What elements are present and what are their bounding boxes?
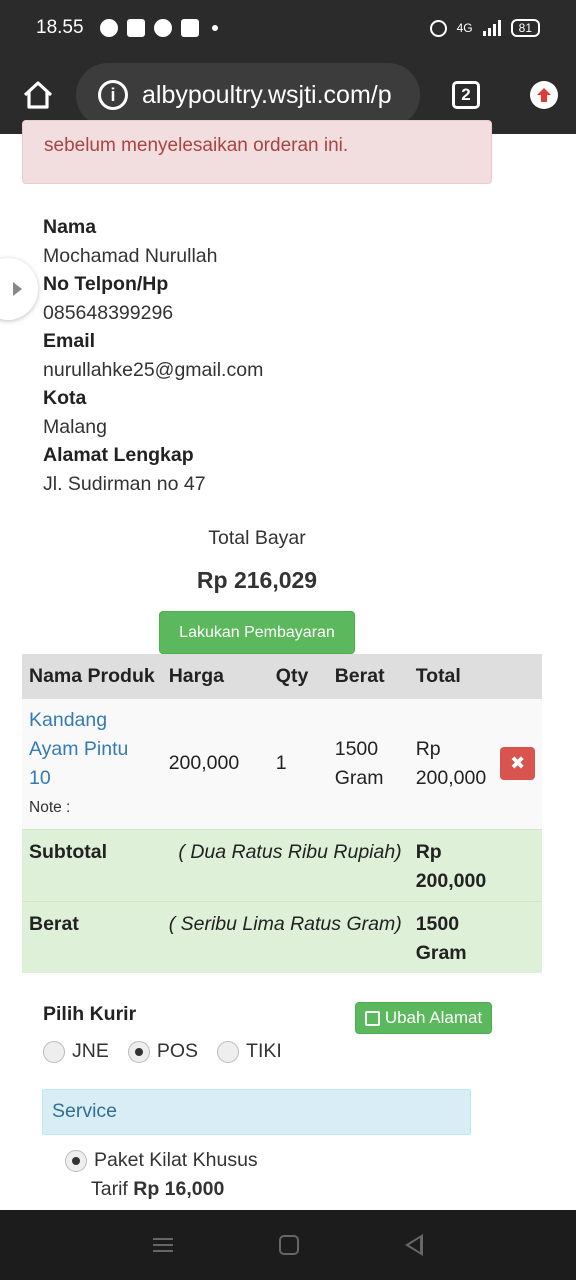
recent-apps-button[interactable] — [153, 1234, 173, 1256]
city-label: Kota — [43, 387, 87, 409]
service-option-name: Paket Kilat Khusus — [94, 1149, 258, 1171]
courier-options: JNE POS TIKI — [43, 1040, 301, 1063]
col-action-header — [493, 654, 543, 699]
subtotal-value: Rp 200,000 — [408, 828, 543, 901]
pay-button[interactable]: Lakukan Pembayaran — [159, 611, 355, 654]
side-drawer-handle[interactable] — [0, 258, 38, 320]
edit-icon — [364, 1010, 380, 1026]
weight-value: 1500 Gram — [408, 900, 543, 973]
address-value: Jl. Sudirman no 47 — [43, 472, 206, 495]
radio-tiki[interactable] — [217, 1040, 240, 1063]
service-tarif: Tarif Rp 16,000 — [91, 1178, 225, 1200]
subtotal-words: ( Dua Ratus Ribu Rupiah) — [161, 828, 409, 901]
update-button[interactable] — [530, 81, 558, 109]
arrow-up-icon — [537, 88, 551, 102]
chevron-right-icon — [13, 282, 22, 296]
col-qty-header: Qty — [268, 654, 328, 699]
change-address-label: Ubah Alamat — [384, 1008, 483, 1027]
product-cell: Kandang Ayam Pintu 10 Note : — [22, 699, 162, 829]
table-row: Kandang Ayam Pintu 10 Note : 200,000 1 1… — [22, 699, 543, 829]
col-price-header: Harga — [161, 654, 269, 699]
system-nav-bar — [0, 1210, 576, 1280]
alert-text: sebelum menyelesaikan orderan ini. — [44, 135, 349, 156]
courier-option-pos[interactable]: POS — [127, 1040, 198, 1063]
tab-switcher-button[interactable]: 2 — [452, 81, 480, 109]
android-icon — [180, 19, 199, 37]
alarm-icon — [429, 19, 447, 37]
u-app-icon — [153, 19, 172, 37]
weight-words: ( Seribu Lima Ratus Gram) — [161, 900, 409, 973]
system-back-button[interactable] — [405, 1234, 423, 1256]
total-cell: Rp 200,000 — [408, 699, 494, 829]
name-value: Mochamad Nurullah — [43, 244, 218, 267]
system-home-button[interactable] — [279, 1235, 299, 1255]
product-link[interactable]: Kandang Ayam Pintu 10 — [29, 706, 155, 793]
address-label: Alamat Lengkap — [43, 444, 194, 466]
courier-label: Pilih Kurir — [43, 1003, 137, 1025]
qty-cell: 1 — [268, 699, 328, 829]
product-note: Note : — [29, 798, 71, 816]
phone-label: No Telpon/Hp — [43, 273, 169, 295]
signal-icon — [482, 20, 501, 36]
courier-option-tiki[interactable]: TIKI — [217, 1040, 282, 1063]
col-product-header: Nama Produk — [22, 654, 162, 699]
address-bar[interactable]: i albypoultry.wsjti.com/p — [76, 63, 420, 127]
status-bar: 18.55 4G 81 — [0, 0, 576, 56]
info-icon[interactable]: i — [98, 80, 128, 110]
status-time: 18.55 — [36, 17, 84, 38]
phone-value: 085648399296 — [43, 301, 174, 324]
subtotal-row: Subtotal ( Dua Ratus Ribu Rupiah) Rp 200… — [22, 828, 543, 901]
email-label: Email — [43, 330, 96, 352]
service-option[interactable]: Paket Kilat Khusus Tarif Rp 16,000 — [65, 1146, 258, 1204]
change-address-button[interactable]: Ubah Alamat — [355, 1002, 492, 1034]
city-value: Malang — [43, 415, 107, 438]
cart-table: Nama Produk Harga Qty Berat Total Kandan… — [22, 654, 543, 973]
price-cell: 200,000 — [161, 699, 269, 829]
service-panel-header: Service — [42, 1089, 471, 1135]
radio-pos[interactable] — [127, 1040, 150, 1063]
youtube-icon — [126, 19, 145, 37]
delete-item-button[interactable]: ✖ — [500, 747, 536, 781]
radio-jne[interactable] — [43, 1040, 65, 1063]
notification-dot-icon — [211, 25, 218, 31]
total-label: Total Bayar — [208, 527, 306, 549]
col-total-header: Total — [408, 654, 494, 699]
total-value: Rp 216,029 — [196, 567, 318, 593]
home-icon — [23, 81, 53, 109]
col-weight-header: Berat — [327, 654, 409, 699]
weight-cell: 1500 Gram — [327, 699, 409, 829]
email-value: nurullahke25@gmail.com — [43, 358, 264, 381]
weight-row: Berat ( Seribu Lima Ratus Gram) 1500 Gra… — [22, 900, 543, 973]
weight-label: Berat — [22, 900, 162, 973]
warning-alert: sebelum menyelesaikan orderan ini. — [22, 120, 492, 184]
courier-option-jne[interactable]: JNE — [43, 1040, 109, 1063]
whatsapp-icon — [99, 19, 118, 37]
subtotal-label: Subtotal — [22, 828, 162, 901]
customer-info: Nama Mochamad Nurullah No Telpon/Hp 0856… — [43, 213, 263, 498]
radio-paket-kilat[interactable] — [65, 1149, 87, 1172]
name-label: Nama — [43, 216, 97, 238]
url-text: albypoultry.wsjti.com/p — [142, 80, 392, 109]
times-icon: ✖ — [510, 753, 526, 774]
action-cell: ✖ — [493, 699, 543, 829]
table-header-row: Nama Produk Harga Qty Berat Total — [22, 654, 543, 699]
network-label: 4G — [456, 21, 473, 35]
battery-icon: 81 — [510, 19, 540, 37]
